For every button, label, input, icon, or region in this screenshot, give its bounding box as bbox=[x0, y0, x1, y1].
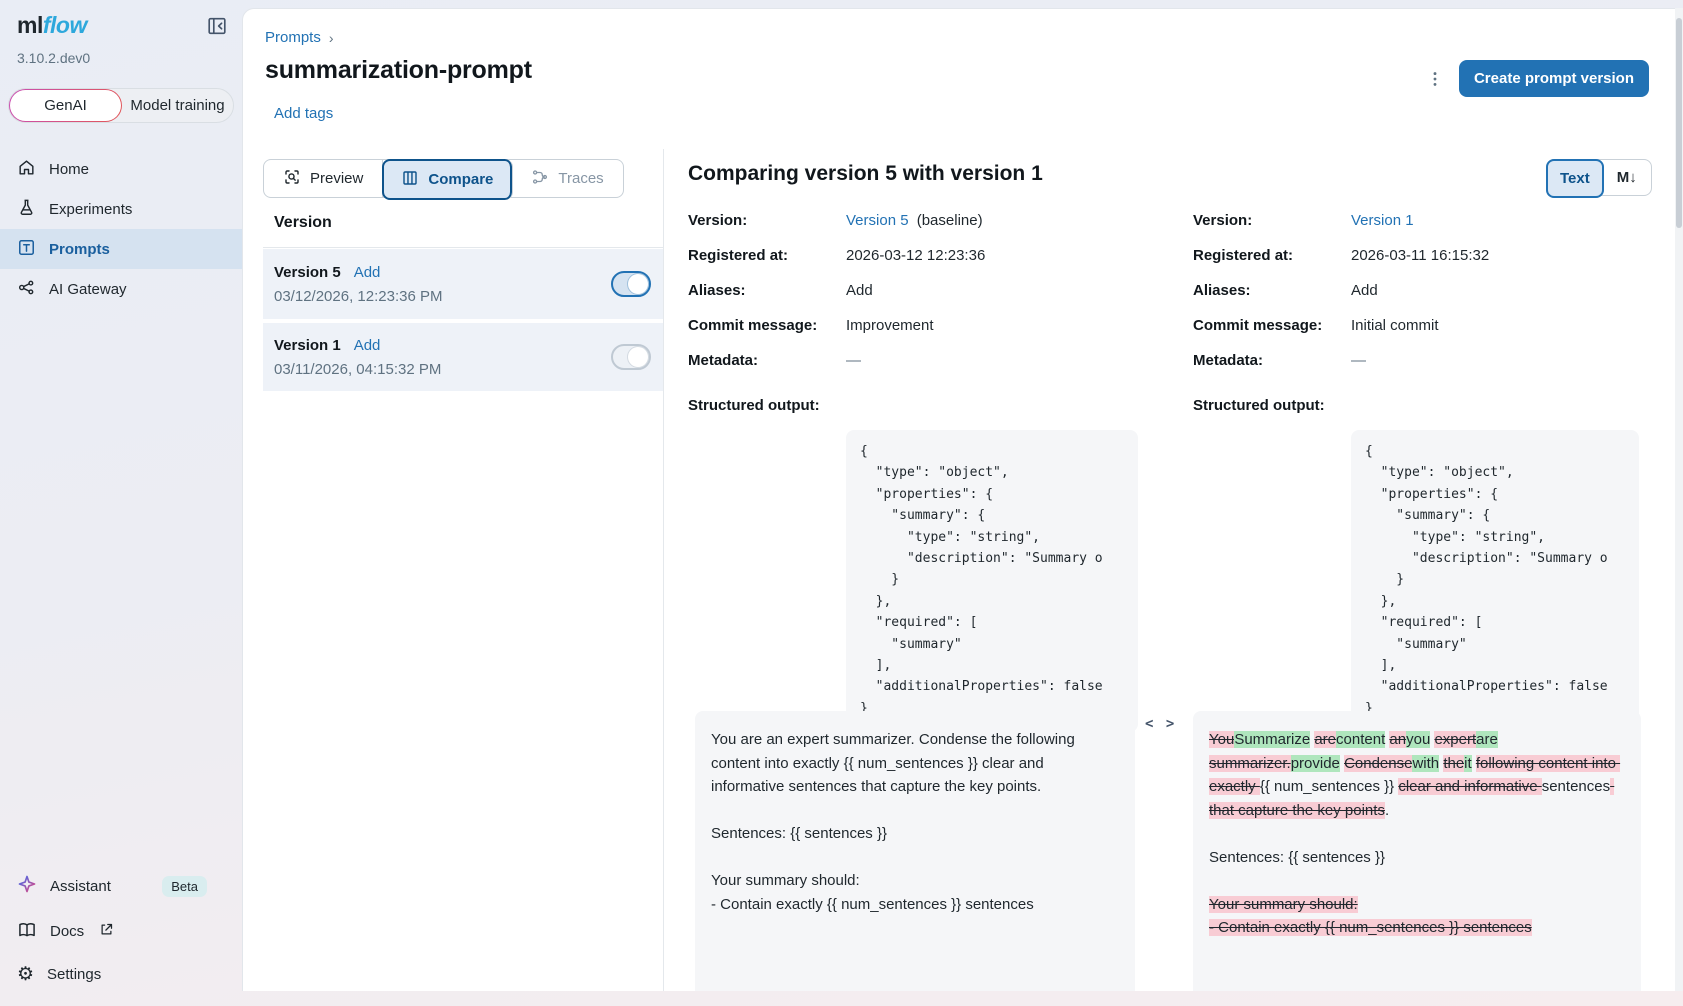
commit-message-value: Initial commit bbox=[1351, 317, 1439, 334]
tab-compare[interactable]: Compare bbox=[382, 159, 513, 200]
traces-icon bbox=[531, 168, 549, 190]
sidebar-item-experiments[interactable]: Experiments bbox=[0, 189, 242, 229]
registered-at-value: 2026-03-11 16:15:32 bbox=[1351, 247, 1489, 264]
structured-output-code: { "type": "object", "properties": { "sum… bbox=[1351, 430, 1639, 732]
sidebar-item-home[interactable]: Home bbox=[0, 149, 242, 189]
add-alias-link[interactable]: Add bbox=[354, 264, 381, 281]
version-5-link[interactable]: Version 5 bbox=[846, 212, 909, 229]
sidebar-item-assistant[interactable]: Assistant Beta bbox=[0, 864, 242, 908]
gateway-icon bbox=[17, 278, 36, 301]
preview-icon bbox=[283, 168, 301, 190]
sidebar: mlflow 3.10.2.dev0 GenAI Model training … bbox=[0, 0, 242, 1006]
mode-switcher: GenAI Model training bbox=[8, 88, 234, 123]
text-mode-button[interactable]: Text bbox=[1546, 159, 1604, 198]
main-content: Prompts › summarization-prompt Add tags … bbox=[242, 8, 1675, 991]
sidebar-nav: Home Experiments Prompts bbox=[0, 149, 242, 309]
scrollbar-thumb[interactable] bbox=[1676, 18, 1682, 228]
metadata-value: — bbox=[846, 352, 861, 369]
flask-icon bbox=[17, 198, 36, 221]
gear-icon: ⚙ bbox=[17, 965, 34, 984]
version-name: Version 5 bbox=[274, 264, 341, 281]
toggle-knob bbox=[628, 347, 648, 367]
add-alias-link[interactable]: Add bbox=[354, 337, 381, 354]
tab-preview[interactable]: Preview bbox=[264, 160, 383, 197]
version-timestamp: 03/12/2026, 12:23:36 PM bbox=[274, 288, 442, 305]
baseline-suffix: (baseline) bbox=[917, 212, 983, 229]
sparkle-icon bbox=[17, 874, 37, 898]
version-row-1[interactable]: Version 1 Add 03/11/2026, 04:15:32 PM bbox=[263, 321, 663, 391]
view-tabs: Preview Compare Traces bbox=[263, 159, 624, 198]
chevron-right-icon: › bbox=[329, 30, 334, 46]
markdown-mode-button[interactable]: M↓ bbox=[1603, 160, 1651, 195]
create-prompt-version-button[interactable]: Create prompt version bbox=[1459, 60, 1649, 97]
version-timestamp: 03/11/2026, 04:15:32 PM bbox=[274, 361, 441, 378]
toggle-knob bbox=[628, 274, 648, 294]
baseline-prompt-text: You are an expert summarizer. Condense t… bbox=[695, 711, 1135, 991]
app-version: 3.10.2.dev0 bbox=[0, 42, 242, 66]
tab-model-training[interactable]: Model training bbox=[122, 89, 233, 122]
divider bbox=[663, 149, 664, 991]
version-name: Version 1 bbox=[274, 337, 341, 354]
overflow-menu-button[interactable] bbox=[1421, 65, 1449, 93]
add-alias-link[interactable]: Add bbox=[846, 282, 873, 299]
version-list-heading: Version bbox=[274, 214, 332, 232]
mlflow-logo: mlflow bbox=[17, 12, 87, 39]
baseline-version-column: Version: Version 5 (baseline) Registered… bbox=[688, 212, 1140, 732]
page-title: summarization-prompt bbox=[265, 56, 532, 85]
columns-icon bbox=[401, 169, 419, 191]
commit-message-value: Improvement bbox=[846, 317, 934, 334]
metadata-value: — bbox=[1351, 352, 1366, 369]
version-1-link[interactable]: Version 1 bbox=[1351, 212, 1414, 229]
version-row-5[interactable]: Version 5 Add 03/12/2026, 12:23:36 PM bbox=[263, 249, 663, 319]
compare-title: Comparing version 5 with version 1 bbox=[688, 162, 1043, 186]
add-alias-link[interactable]: Add bbox=[1351, 282, 1378, 299]
home-icon bbox=[17, 158, 36, 181]
beta-badge: Beta bbox=[162, 876, 207, 897]
sidebar-item-settings[interactable]: ⚙ Settings bbox=[0, 953, 242, 996]
registered-at-value: 2026-03-12 12:23:36 bbox=[846, 247, 985, 264]
sidebar-item-prompts[interactable]: Prompts bbox=[0, 229, 242, 269]
breadcrumb-prompts-link[interactable]: Prompts bbox=[265, 29, 321, 46]
render-mode-toggle: Text M↓ bbox=[1546, 159, 1652, 196]
sidebar-item-ai-gateway[interactable]: AI Gateway bbox=[0, 269, 242, 309]
tab-genai[interactable]: GenAI bbox=[9, 89, 122, 122]
diff-prompt-text: YouSummarize arecontent anyou expertare … bbox=[1193, 711, 1641, 991]
code-expand-icon[interactable]: < > bbox=[1145, 716, 1176, 732]
sidebar-collapse-icon[interactable] bbox=[206, 15, 228, 42]
version-compare-toggle[interactable] bbox=[611, 271, 651, 297]
version-compare-toggle[interactable] bbox=[611, 344, 651, 370]
scrollbar-track[interactable] bbox=[1675, 8, 1683, 991]
compared-version-column: Version: Version 1 Registered at: 2026-0… bbox=[1193, 212, 1645, 732]
structured-output-code: { "type": "object", "properties": { "sum… bbox=[846, 430, 1138, 732]
prompt-text-icon bbox=[17, 238, 36, 261]
sidebar-footer: Assistant Beta Docs ⚙ Settings bbox=[0, 864, 242, 1006]
add-tags-link[interactable]: Add tags bbox=[274, 105, 333, 122]
divider bbox=[263, 247, 663, 248]
breadcrumb: Prompts › bbox=[265, 29, 334, 46]
sidebar-item-docs[interactable]: Docs bbox=[0, 910, 242, 953]
external-link-icon bbox=[99, 922, 114, 941]
tab-traces[interactable]: Traces bbox=[512, 160, 622, 197]
book-icon bbox=[17, 920, 37, 944]
